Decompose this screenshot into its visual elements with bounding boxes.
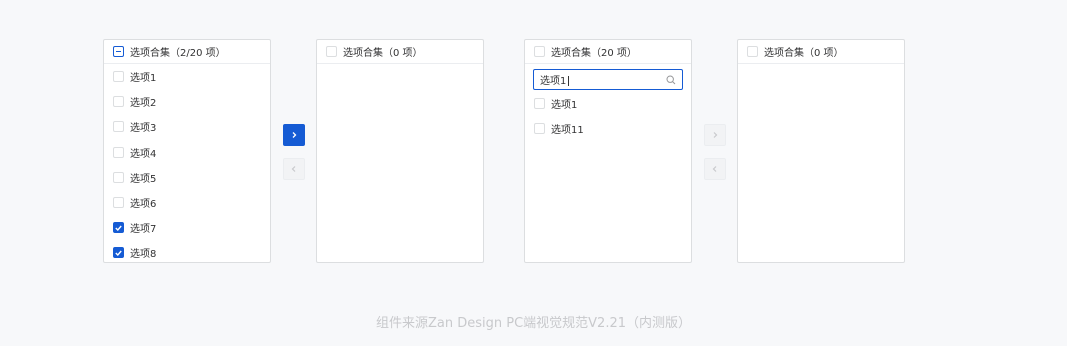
item-checkbox[interactable] — [113, 71, 124, 83]
item-label: 选项8 — [130, 249, 157, 261]
transfer-1-source-panel: 选项合集（2/20 项） 选项1 选项2 选项3 选项4 选项5 选项6 选项7… — [103, 39, 271, 263]
transfer-2-target-panel: 选项合集（0 项） — [737, 39, 905, 263]
move-left-button[interactable] — [283, 158, 305, 180]
search-value: 选项1 — [540, 76, 567, 87]
footer-caption: 组件来源Zan Design PC端视觉规范V2.21（内测版） — [375, 316, 691, 331]
list-item[interactable]: 选项1 — [525, 91, 691, 116]
list-item[interactable]: 选项1 — [104, 64, 270, 89]
panel-title: 选项合集（20 项） — [551, 48, 637, 59]
list-item[interactable]: 选项8 — [104, 240, 270, 262]
chevron-right-icon — [713, 132, 718, 138]
transfer-2-source-header: 选项合集（20 项） — [525, 40, 691, 64]
item-label: 选项4 — [130, 148, 157, 160]
panel-title: 选项合集（0 项） — [764, 48, 844, 59]
item-label: 选项1 — [130, 73, 157, 85]
panel-title: 选项合集（2/20 项） — [130, 48, 226, 59]
select-all-checkbox[interactable] — [534, 46, 545, 57]
chevron-left-icon — [291, 166, 296, 172]
transfer-1-source-list: 选项1 选项2 选项3 选项4 选项5 选项6 选项7 选项8 — [104, 64, 270, 262]
item-label: 选项3 — [130, 123, 157, 135]
transfer-2-source-panel: 选项合集（20 项） 选项1 选项1 选项11 — [524, 39, 692, 263]
item-checkbox[interactable] — [534, 98, 545, 110]
item-checkbox[interactable] — [534, 123, 545, 135]
panel-title: 选项合集（0 项） — [343, 48, 423, 59]
item-label: 选项11 — [551, 125, 584, 137]
list-item[interactable]: 选项7 — [104, 215, 270, 240]
item-label: 选项5 — [130, 173, 157, 185]
select-all-checkbox[interactable] — [326, 46, 337, 57]
chevron-right-icon — [292, 132, 297, 138]
list-item[interactable]: 选项2 — [104, 89, 270, 114]
select-all-checkbox[interactable] — [113, 46, 124, 57]
item-checkbox[interactable] — [113, 121, 124, 133]
search-icon — [666, 74, 676, 84]
item-checkbox[interactable] — [113, 146, 124, 158]
transfer-2-source-list: 选项1 选项11 — [525, 91, 691, 141]
checkmark-icon — [115, 225, 122, 231]
transfer-1-target-header: 选项合集（0 项） — [317, 40, 483, 64]
move-right-button[interactable] — [283, 124, 305, 146]
transfer-1-source-header: 选项合集（2/20 项） — [104, 40, 270, 64]
list-item[interactable]: 选项6 — [104, 190, 270, 215]
list-item[interactable]: 选项3 — [104, 114, 270, 139]
list-item[interactable]: 选项4 — [104, 140, 270, 165]
checkmark-icon — [115, 250, 122, 256]
select-all-checkbox[interactable] — [747, 46, 758, 57]
move-left-button[interactable] — [704, 158, 726, 180]
item-label: 选项2 — [130, 98, 157, 110]
move-right-button[interactable] — [704, 124, 726, 146]
item-checkbox-checked[interactable] — [113, 247, 124, 259]
item-checkbox-checked[interactable] — [113, 222, 124, 234]
list-item[interactable]: 选项5 — [104, 165, 270, 190]
chevron-left-icon — [712, 166, 717, 172]
item-checkbox[interactable] — [113, 171, 124, 183]
item-checkbox[interactable] — [113, 197, 124, 209]
item-label: 选项1 — [551, 100, 578, 112]
list-item[interactable]: 选项11 — [525, 116, 691, 141]
item-label: 选项7 — [130, 224, 157, 236]
item-checkbox[interactable] — [113, 96, 124, 108]
search-input[interactable]: 选项1 — [533, 69, 683, 90]
transfer-2-target-header: 选项合集（0 项） — [738, 40, 904, 64]
text-caret — [568, 76, 570, 86]
transfer-1-target-panel: 选项合集（0 项） — [316, 39, 484, 263]
item-label: 选项6 — [130, 199, 157, 211]
